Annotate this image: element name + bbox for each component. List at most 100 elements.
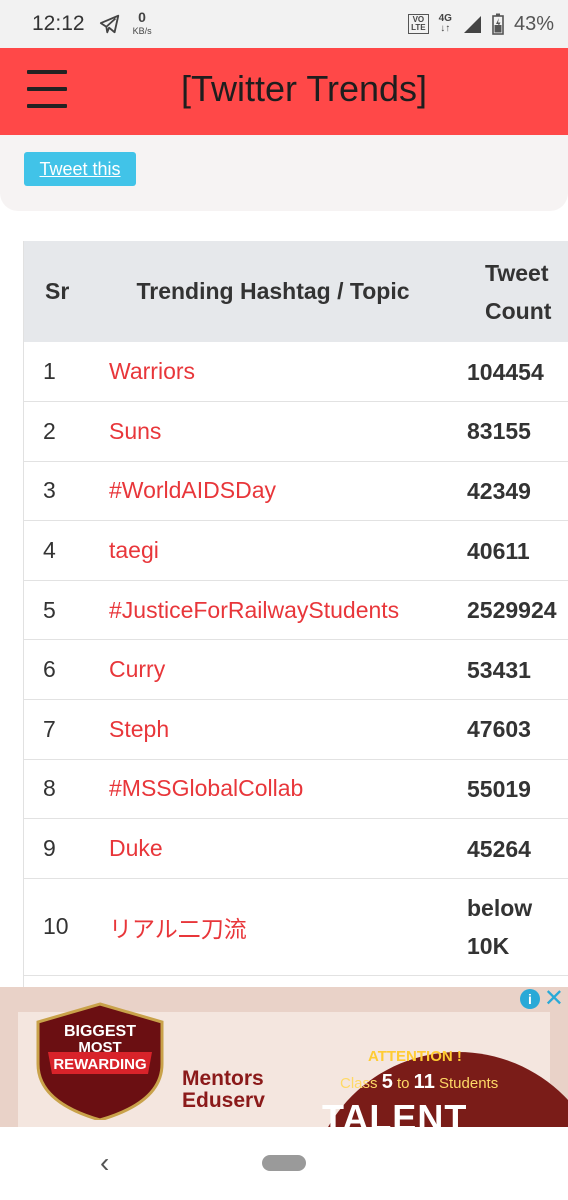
advertisement-banner[interactable]: i ✕ BIGGEST MOST REWARDING Mentors Eduse… <box>0 987 568 1127</box>
ad-close-icon[interactable]: ✕ <box>544 987 564 1011</box>
table-row: 5 #JusticeForRailwayStudents 2529924 <box>24 580 568 640</box>
page-title: [Twitter Trends] <box>180 68 428 109</box>
row-topic: Curry <box>109 640 467 700</box>
table-header-row: Sr Trending Hashtag / Topic Tweet Count <box>24 241 568 342</box>
net-speed-value: 0 <box>138 9 146 25</box>
table-row: 1 Warriors 104454 <box>24 342 568 402</box>
signal-icon <box>463 16 481 33</box>
header-tweet-count: Tweet Count <box>467 241 568 342</box>
row-count: 42349 <box>467 477 531 504</box>
table-row: 8 #MSSGlobalCollab 55019 <box>24 759 568 819</box>
table-row: 10 リアル二刀流 below 10K <box>24 878 568 976</box>
row-count-line2: 10K <box>467 932 510 959</box>
header-sr: Sr <box>45 278 70 304</box>
status-time: 12:12 <box>32 12 85 35</box>
network-type: 4G ↓↑ <box>439 14 452 34</box>
volte-line2: LTE <box>411 23 426 32</box>
topic-link[interactable]: Suns <box>109 418 161 444</box>
table-row: 7 Steph 47603 <box>24 700 568 760</box>
row-sr: 7 <box>43 715 56 742</box>
row-sr: 6 <box>43 656 56 683</box>
ad-class-prefix: Class <box>340 1075 378 1092</box>
ad-shield-badge: BIGGEST MOST REWARDING <box>36 1002 164 1120</box>
table-row: 9 Duke 45264 <box>24 819 568 879</box>
row-sr: 10 <box>43 913 69 940</box>
badge-line3: REWARDING <box>53 1056 146 1073</box>
telegram-icon <box>99 14 119 34</box>
trends-table: Sr Trending Hashtag / Topic Tweet Count … <box>24 241 568 976</box>
row-topic: リアル二刀流 <box>109 878 467 975</box>
battery-icon <box>492 13 504 35</box>
topic-link[interactable]: taegi <box>109 537 159 563</box>
topic-link[interactable]: Duke <box>109 835 163 861</box>
topic-link[interactable]: #MSSGlobalCollab <box>109 775 303 801</box>
row-count: below 10K <box>467 878 568 975</box>
ad-class-from: 5 <box>381 1071 393 1093</box>
row-count: 2529924 <box>467 597 557 624</box>
ad-class-to-word: to <box>396 1075 410 1092</box>
system-nav-bar: ‹ <box>0 1127 568 1200</box>
share-card: Tweet this <box>0 135 568 211</box>
row-topic: #WorldAIDSDay <box>109 461 467 521</box>
badge-line1: BIGGEST <box>64 1023 136 1040</box>
row-count: 53431 <box>467 656 531 683</box>
net-speed: 0 KB/s <box>132 9 152 36</box>
topic-link[interactable]: Curry <box>109 656 165 682</box>
ad-brand-line2: Eduserv <box>182 1089 265 1112</box>
row-count-line1: below <box>467 894 533 921</box>
table-row: 4 taegi 40611 <box>24 521 568 581</box>
volte-icon: VO LTE <box>408 14 429 34</box>
net-speed-unit: KB/s <box>132 26 152 36</box>
topic-link[interactable]: #WorldAIDSDay <box>109 477 276 503</box>
row-count: 47603 <box>467 716 531 743</box>
topic-link[interactable]: Steph <box>109 716 169 742</box>
ad-controls: i ✕ <box>519 987 564 1011</box>
topic-link[interactable]: リアル二刀流 <box>109 916 247 942</box>
ad-brand: Mentors Eduserv <box>182 1068 265 1112</box>
row-count: 45264 <box>467 835 531 862</box>
row-sr: 8 <box>43 775 56 802</box>
row-topic: #MSSGlobalCollab <box>109 759 467 819</box>
ad-class-range: Class 5 to 11 Students <box>340 1071 498 1094</box>
row-topic: Steph <box>109 700 467 760</box>
ad-class-to: 11 <box>413 1071 435 1093</box>
row-count: 40611 <box>467 537 530 564</box>
row-sr: 4 <box>43 537 56 564</box>
row-topic: Suns <box>109 402 467 462</box>
header-count-line1: Tweet <box>485 259 549 286</box>
table-row: 3 #WorldAIDSDay 42349 <box>24 461 568 521</box>
ad-info-icon[interactable]: i <box>519 989 540 1009</box>
row-count: 104454 <box>467 358 544 385</box>
row-sr: 9 <box>43 835 56 862</box>
badge-line2: MOST <box>78 1039 121 1056</box>
app-bar: [Twitter Trends] <box>0 48 568 135</box>
chevron-left-icon[interactable]: ‹ <box>100 1147 109 1179</box>
table-row: 2 Suns 83155 <box>24 402 568 462</box>
header-topic: Trending Hashtag / Topic <box>136 278 410 304</box>
ad-attention: ATTENTION ! <box>368 1048 462 1065</box>
home-pill-icon[interactable] <box>262 1155 306 1171</box>
topic-link[interactable]: Warriors <box>109 358 195 384</box>
row-topic: #JusticeForRailwayStudents <box>109 580 467 640</box>
ad-class-suffix: Students <box>439 1075 499 1092</box>
row-sr: 3 <box>43 477 56 504</box>
row-topic: Duke <box>109 819 467 879</box>
status-bar: 12:12 0 KB/s VO LTE 4G ↓↑ 43% <box>0 0 568 48</box>
row-count: 55019 <box>467 775 531 802</box>
row-count: 83155 <box>467 418 531 445</box>
row-topic: Warriors <box>109 342 467 402</box>
ad-brand-line1: Mentors <box>182 1067 264 1090</box>
tweet-this-button[interactable]: Tweet this <box>24 152 136 186</box>
topic-link[interactable]: #JusticeForRailwayStudents <box>109 597 399 623</box>
row-sr: 1 <box>43 358 56 385</box>
trends-table-container[interactable]: Sr Trending Hashtag / Topic Tweet Count … <box>23 241 568 1001</box>
table-row: 6 Curry 53431 <box>24 640 568 700</box>
data-arrows-icon: ↓↑ <box>440 23 451 34</box>
battery-percent: 43% <box>513 12 554 35</box>
row-sr: 5 <box>43 596 56 623</box>
header-count-line2: Count <box>485 297 552 324</box>
row-sr: 2 <box>43 417 56 444</box>
ad-headline: TALENT <box>322 1097 468 1127</box>
status-right: VO LTE 4G ↓↑ 43% <box>408 13 554 36</box>
row-topic: taegi <box>109 521 467 581</box>
